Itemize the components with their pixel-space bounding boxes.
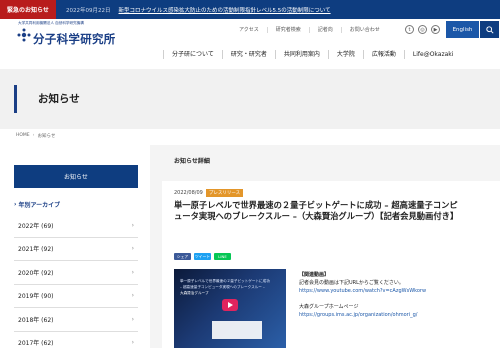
article-title: 単一原子レベルで世界最速の２量子ビットゲートに成功 – 超高速量子コンピュータ実…: [174, 200, 459, 222]
sidebar-item-label: 2018年 (62): [18, 316, 54, 324]
play-icon[interactable]: [222, 299, 238, 311]
breadcrumb-home[interactable]: HOME: [16, 133, 30, 139]
util-link-contact[interactable]: お問い合わせ: [340, 27, 388, 33]
util-link-press[interactable]: 記者向: [308, 27, 341, 33]
emergency-alert-bar: 緊急のお知らせ 2022年09月22日 新型コロナウイルス感染拡大防止のための活…: [0, 0, 500, 19]
chevron-right-icon: ›: [131, 315, 134, 323]
sidebar-item-label: 2020年 (92): [18, 269, 54, 277]
sidebar-category[interactable]: › 年別アーカイブ: [14, 200, 60, 209]
utility-links: アクセス 研究者検索 記者向 お問い合わせ: [231, 27, 388, 33]
sidebar-item-label: 2019年 (90): [18, 293, 54, 301]
twitter-icon[interactable]: t: [405, 25, 414, 34]
detail-heading: お知らせ詳細: [174, 158, 210, 165]
sidebar-year-list: 2022年 (69) › 2021年 (92) › 2020年 (92) › 2…: [14, 214, 138, 348]
twitter-share-button[interactable]: ツイート: [194, 253, 211, 260]
logo-subtitle: 大学共同利用機関法人 自然科学研究機構: [18, 21, 84, 25]
instagram-icon[interactable]: ◎: [418, 25, 427, 34]
related-text-2: 大森グループホームページ: [299, 304, 359, 310]
related-heading: 【関連動画】: [299, 272, 330, 278]
share-buttons: シェア ツイート LINE: [174, 253, 231, 260]
video-caption-1: 単一原子レベルで世界最速の２量子ビットゲートに成功: [180, 279, 270, 283]
article-date: 2022/08/09: [174, 190, 203, 196]
youtube-icon[interactable]: ▶: [431, 25, 440, 34]
search-button[interactable]: [480, 21, 499, 38]
sidebar-item-2017[interactable]: 2017年 (62) ›: [14, 332, 138, 348]
youtube-link[interactable]: https://www.youtube.com/watch?v=cAzgWsWk…: [299, 287, 495, 295]
sidebar-item-label: 2021年 (92): [18, 246, 54, 254]
sidebar-item-2018[interactable]: 2018年 (62) ›: [14, 308, 138, 332]
sidebar-item-2021[interactable]: 2021年 (92) ›: [14, 238, 138, 261]
breadcrumb-separator-icon: ›: [32, 133, 35, 138]
sidebar-item-label: 2022年 (69): [18, 222, 54, 230]
nav-item-graduate[interactable]: 大学院: [327, 49, 363, 59]
article-meta: 2022/08/09 プレスリリース: [174, 189, 244, 197]
chevron-right-icon: ›: [131, 268, 134, 276]
nav-item-life[interactable]: Life@Okazaki: [403, 49, 462, 59]
sidebar-category-label: 年別アーカイブ: [18, 202, 61, 209]
nav-item-about[interactable]: 分子研について: [163, 49, 222, 59]
nav-item-joint-use[interactable]: 共同利用案内: [274, 49, 328, 59]
chevron-right-icon: ›: [14, 201, 17, 208]
alert-label: 緊急のお知らせ: [0, 0, 56, 19]
video-caption-3: 大森賢治グループ: [180, 291, 209, 295]
social-links: t ◎ ▶: [405, 25, 440, 34]
english-button[interactable]: English: [446, 21, 479, 38]
site-header: 大学共同利用機関法人 自然科学研究機構 分子科学研究所 アクセス 研究者検索 記…: [0, 19, 500, 69]
nav-item-research[interactable]: 研究・研究者: [221, 49, 275, 59]
util-link-researcher-search[interactable]: 研究者検索: [266, 27, 309, 33]
article-card: 2022/08/09 プレスリリース 単一原子レベルで世界最速の２量子ビットゲー…: [162, 181, 500, 348]
related-text-1: 記者会見の動画は下記URLからご覧ください。: [299, 280, 404, 286]
chevron-right-icon: ›: [131, 221, 134, 229]
group-homepage-link[interactable]: https://groups.ims.ac.jp/organization/oh…: [299, 311, 495, 319]
page-title-band: お知らせ: [0, 69, 500, 129]
video-thumbnail[interactable]: 単一原子レベルで世界最速の２量子ビットゲートに成功 – 超高速量子コンピュータ実…: [174, 269, 286, 348]
site-logo[interactable]: 大学共同利用機関法人 自然科学研究機構 分子科学研究所: [0, 19, 150, 47]
category-badge[interactable]: プレスリリース: [205, 189, 244, 197]
facebook-share-button[interactable]: シェア: [174, 253, 191, 260]
logo-title: 分子科学研究所: [33, 32, 116, 46]
chevron-right-icon: ›: [131, 339, 134, 347]
logo-mark-icon: [17, 28, 31, 42]
video-inset-panel: [212, 321, 262, 339]
alert-link[interactable]: 新型コロナウイルス感染拡大防止のための活動制限指針レベル5.5の活動制限について: [119, 6, 331, 14]
page-title: お知らせ: [38, 93, 80, 105]
chevron-right-icon: ›: [131, 245, 134, 253]
breadcrumb: HOME › お知らせ: [16, 133, 55, 139]
search-icon: [485, 25, 494, 34]
sidebar-item-2020[interactable]: 2020年 (92) ›: [14, 261, 138, 285]
alert-date: 2022年09月22日: [66, 7, 111, 14]
sidebar-heading[interactable]: お知らせ: [14, 165, 138, 188]
chevron-right-icon: ›: [131, 292, 134, 300]
util-link-access[interactable]: アクセス: [231, 27, 267, 33]
sidebar-item-label: 2017年 (62): [18, 340, 54, 348]
nav-item-pr[interactable]: 広報活動: [362, 49, 404, 59]
video-caption-2: – 超高速量子コンピュータ実現へのブレークスルー –: [180, 285, 265, 289]
related-links: 【関連動画】 記者会見の動画は下記URLからご覧ください。 https://ww…: [299, 271, 495, 319]
title-accent-bar: [14, 85, 17, 113]
main-content: お知らせ詳細 2022/08/09 プレスリリース 単一原子レベルで世界最速の２…: [150, 145, 500, 348]
line-share-button[interactable]: LINE: [214, 253, 231, 260]
sidebar-item-2022[interactable]: 2022年 (69) ›: [14, 214, 138, 238]
breadcrumb-current: お知らせ: [37, 134, 56, 139]
main-nav: 分子研について 研究・研究者 共同利用案内 大学院 広報活動 Life@Okaz…: [163, 44, 461, 64]
sidebar-item-2019[interactable]: 2019年 (90) ›: [14, 285, 138, 308]
